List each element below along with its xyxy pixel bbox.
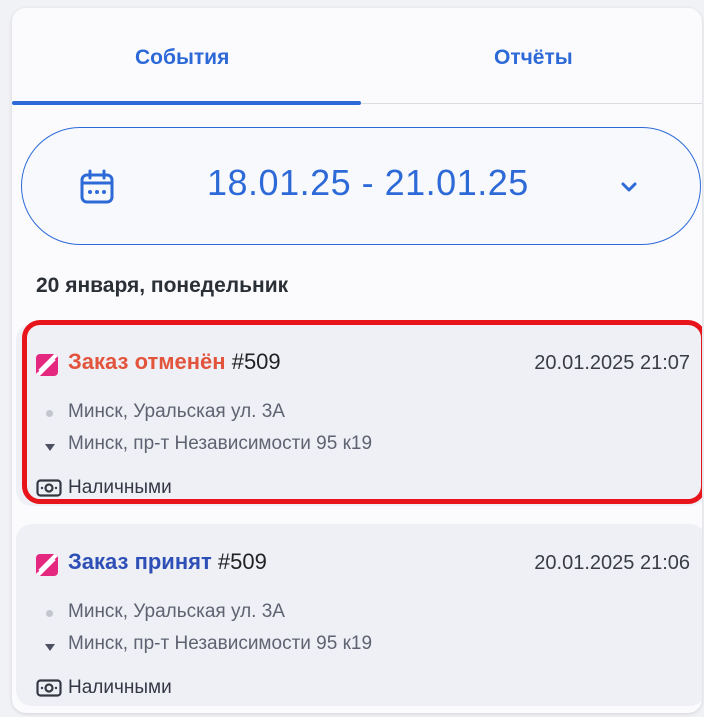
app-logo-icon [36,554,58,576]
chevron-down-icon[interactable] [618,176,640,198]
date-range-picker[interactable]: 18.01.25 - 21.01.25 [21,127,701,245]
tab-events[interactable]: События [135,46,229,70]
tab-bar: События Отчёты [12,8,702,105]
event-card[interactable]: Заказ принят #509 20.01.2025 21:06 Минск… [16,524,702,706]
event-status-text: Заказ принят [68,549,212,574]
destination-arrow-icon [45,644,55,651]
highlight-frame [22,320,702,504]
origin-dot-icon [46,610,53,617]
route-to: Минск, пр-т Независимости 95 к19 [68,633,373,654]
calendar-icon [80,169,114,204]
event-status: Заказ принят #509 [68,549,267,575]
active-tab-indicator [12,101,361,105]
event-timestamp: 20.01.2025 21:06 [534,552,690,574]
events-card: События Отчёты 18.01.25 - 21.01.25 20 ян… [12,8,702,713]
cash-icon [36,679,62,697]
tab-reports[interactable]: Отчёты [494,46,573,70]
order-number: #509 [217,549,267,574]
date-range-value: 18.01.25 - 21.01.25 [207,162,529,203]
route-from: Минск, Уральская ул. 3А [68,601,285,622]
payment-method: Наличными [68,677,172,698]
day-header: 20 января, понедельник [36,274,289,297]
